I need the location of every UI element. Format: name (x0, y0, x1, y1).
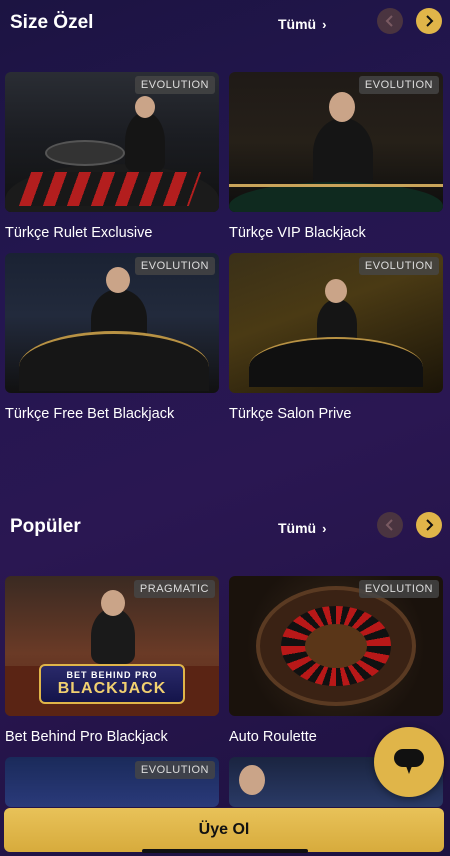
game-thumbnail: BET BEHIND PRO BLACKJACK PRAGMATIC (5, 576, 219, 716)
game-thumbnail: EVOLUTION (229, 72, 443, 212)
carousel-prev-button[interactable] (377, 8, 403, 34)
game-card[interactable]: EVOLUTION Türkçe VIP Blackjack (229, 72, 443, 241)
signup-button[interactable]: Üye Ol (4, 808, 444, 852)
provider-badge: EVOLUTION (134, 76, 215, 94)
game-card[interactable]: EVOLUTION (5, 757, 219, 807)
home-indicator (142, 849, 308, 853)
game-thumbnail: EVOLUTION (5, 72, 219, 212)
see-all-link[interactable]: Tümü › (278, 16, 326, 32)
game-title: Bet Behind Pro Blackjack (5, 729, 168, 745)
game-thumbnail: EVOLUTION (5, 253, 219, 393)
chevron-right-icon (426, 15, 434, 27)
game-thumbnail: EVOLUTION (5, 757, 219, 807)
chevron-right-icon (426, 519, 434, 531)
chevron-left-icon (385, 519, 393, 531)
game-card[interactable]: EVOLUTION Auto Roulette (229, 576, 443, 745)
provider-badge: PRAGMATIC (133, 580, 215, 598)
chat-bubble-icon (394, 749, 424, 774)
carousel-next-button[interactable] (416, 8, 442, 34)
chat-button[interactable] (374, 727, 444, 797)
carousel-next-button[interactable] (416, 512, 442, 538)
see-all-label: Tümü (278, 16, 317, 32)
game-title: Türkçe Rulet Exclusive (5, 225, 153, 241)
game-title: Türkçe Salon Prive (229, 406, 352, 422)
chevron-right-icon: › (322, 16, 327, 32)
carousel-prev-button[interactable] (377, 512, 403, 538)
section-title: Size Özel (10, 12, 94, 33)
provider-badge: EVOLUTION (134, 257, 215, 275)
game-card[interactable]: BET BEHIND PRO BLACKJACK PRAGMATIC Bet B… (5, 576, 219, 745)
game-thumbnail: EVOLUTION (229, 576, 443, 716)
provider-badge: EVOLUTION (358, 76, 439, 94)
game-thumbnail: EVOLUTION (229, 253, 443, 393)
chevron-right-icon: › (322, 520, 327, 536)
game-card[interactable]: EVOLUTION Türkçe Salon Prive (229, 253, 443, 422)
provider-badge: EVOLUTION (134, 761, 215, 779)
provider-badge: EVOLUTION (358, 257, 439, 275)
logo-line-1: BET BEHIND PRO (66, 670, 158, 680)
section-header-size-ozel: Size Özel Tümü › (0, 4, 450, 44)
section-title: Popüler (10, 516, 81, 537)
chevron-left-icon (385, 15, 393, 27)
game-card[interactable]: EVOLUTION Türkçe Free Bet Blackjack (5, 253, 219, 422)
see-all-link[interactable]: Tümü › (278, 520, 326, 536)
see-all-label: Tümü (278, 520, 317, 536)
provider-badge: EVOLUTION (358, 580, 439, 598)
game-title: Türkçe VIP Blackjack (229, 225, 366, 241)
game-title: Türkçe Free Bet Blackjack (5, 406, 175, 422)
game-card[interactable]: EVOLUTION Türkçe Rulet Exclusive (5, 72, 219, 241)
game-logo: BET BEHIND PRO BLACKJACK (39, 664, 185, 704)
section-header-populer: Popüler Tümü › (0, 508, 450, 548)
logo-line-2: BLACKJACK (57, 680, 167, 697)
